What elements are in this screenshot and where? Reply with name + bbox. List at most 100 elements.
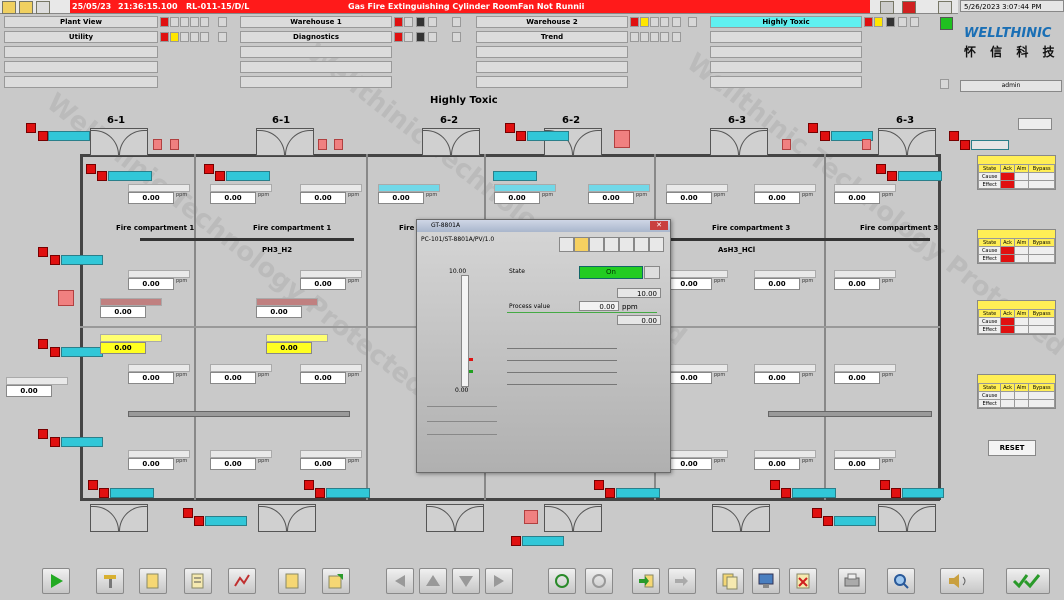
fire-alarm-tag[interactable] [605,488,615,498]
nav-empty-slot[interactable] [476,76,628,88]
nav-empty-slot[interactable] [240,46,392,58]
sensor-tag[interactable] [792,488,836,498]
nav-warehouse-1[interactable]: Warehouse 1 [240,16,392,28]
keyboard-icon[interactable] [940,79,949,89]
gas-reading[interactable]: 0.00 ppm [128,450,190,470]
state-menu-button[interactable] [644,266,660,279]
fire-alarm-tag[interactable] [26,123,36,133]
nav-empty-slot[interactable] [710,61,862,73]
fire-alarm-tag[interactable] [949,131,959,141]
fire-alarm-tag[interactable] [194,516,204,526]
fire-alarm-tag[interactable] [304,480,314,490]
dialog-titlebar[interactable]: GT-8801A ✕ [417,220,670,232]
toolbar-icon[interactable] [559,237,574,252]
fire-alarm-tag[interactable] [887,171,897,181]
right-top-button[interactable] [1018,118,1052,130]
nav-empty-slot[interactable] [4,46,158,58]
logout-button[interactable] [668,568,696,594]
home-icon[interactable] [2,1,16,14]
gas-reading[interactable]: 0.00 ppm [588,184,650,204]
fire-alarm-tag[interactable] [204,164,214,174]
gas-reading[interactable]: 0.00 ppm [666,184,728,204]
alarm-list-icon[interactable] [880,1,894,14]
toolbar-icon[interactable] [589,237,604,252]
fire-alarm-tag[interactable] [770,480,780,490]
sensor-tag[interactable] [971,140,1009,150]
fire-alarm-tag[interactable] [891,488,901,498]
gas-reading[interactable]: 0.00 ppm [834,450,896,470]
toolbar-icon[interactable] [574,237,589,252]
back-arrow-button[interactable] [386,568,414,594]
fire-alarm-tag[interactable] [38,247,48,257]
fire-alarm-tag[interactable] [511,536,521,546]
trend-button[interactable] [228,568,256,594]
sensor-tag[interactable] [205,516,247,526]
gas-reading[interactable]: 0.00 ppm [210,184,272,204]
up-arrow-button[interactable] [419,568,447,594]
nav-empty-slot[interactable] [710,31,862,43]
fire-alarm-tag[interactable] [88,480,98,490]
gas-reading[interactable]: 0.00 ppm [300,184,362,204]
copy-button[interactable] [716,568,744,594]
nav-utility[interactable]: Utility [4,31,158,43]
gas-reading[interactable]: 0.00 ppm [834,364,896,384]
login-user[interactable]: admin [960,80,1062,92]
refresh-button[interactable] [548,568,576,594]
sensor-tag[interactable] [61,347,103,357]
mute-horn-button[interactable] [940,568,984,594]
gas-reading[interactable]: 0.00 ppm [210,450,272,470]
fire-alarm-tag[interactable] [516,131,526,141]
list-button[interactable] [184,568,212,594]
gas-reading[interactable]: 0.00 ppm [300,270,362,290]
gas-reading[interactable]: 0.00 ppm [754,450,816,470]
nav-empty-slot[interactable] [4,61,158,73]
sensor-tag[interactable] [61,255,103,265]
fire-alarm-tag[interactable] [50,255,60,265]
sensor-tag[interactable] [522,536,564,546]
fire-alarm-tag[interactable] [38,429,48,439]
alarm-banner[interactable]: 25/05/23 21:36:15.100 RL-011-15/D/L Gas … [70,0,870,13]
start-button[interactable] [42,568,70,594]
fire-alarm-tag[interactable] [960,140,970,150]
toolbar-icon[interactable] [634,237,649,252]
nav-empty-slot[interactable] [710,76,862,88]
fire-alarm-tag[interactable] [876,164,886,174]
gas-reading[interactable]: 0.00 ppm [300,364,362,384]
fire-alarm-tag[interactable] [86,164,96,174]
fire-alarm-tag[interactable] [315,488,325,498]
close-button[interactable]: ✕ [650,221,668,230]
gas-reading[interactable]: 0.00 ppm [378,184,440,204]
sensor-tag[interactable] [48,131,90,141]
toolbar-icon[interactable] [619,237,634,252]
search-button[interactable] [887,568,915,594]
sensor-tag[interactable] [527,131,569,141]
fire-alarm-tag[interactable] [880,480,890,490]
gas-reading[interactable]: 0.00 ppm [666,270,728,290]
login-button[interactable] [632,568,660,594]
fire-alarm-tag[interactable] [781,488,791,498]
sensor-tag[interactable] [902,488,944,498]
gas-reading[interactable]: 0.00 ppm [666,364,728,384]
gas-reading[interactable]: 0.00 ppm [128,184,190,204]
fire-alarm-tag[interactable] [50,437,60,447]
gas-reading[interactable]: 0.00 ppm [754,270,816,290]
nav-trend[interactable]: Trend [476,31,628,43]
fire-alarm-tag[interactable] [823,516,833,526]
fire-alarm-tag[interactable] [97,171,107,181]
tools-button[interactable] [96,568,124,594]
gas-reading[interactable]: 0.00 ppm [666,450,728,470]
nav-empty-slot[interactable] [4,76,158,88]
fire-alarm-tag[interactable] [215,171,225,181]
sensor-tag[interactable] [493,171,537,181]
gas-reading[interactable]: 0.00 ppm [754,364,816,384]
sensor-tag[interactable] [108,171,152,181]
document-button[interactable] [139,568,167,594]
fire-alarm-tag[interactable] [812,508,822,518]
gas-reading[interactable]: 0.00 [256,298,318,318]
sensor-tag[interactable] [226,171,270,181]
nav-empty-slot[interactable] [476,46,628,58]
gas-reading[interactable]: 0.00 ppm [754,184,816,204]
gas-reading[interactable]: 0.00 ppm [210,364,272,384]
fire-alarm-tag[interactable] [808,123,818,133]
screen-icon[interactable] [938,1,952,14]
